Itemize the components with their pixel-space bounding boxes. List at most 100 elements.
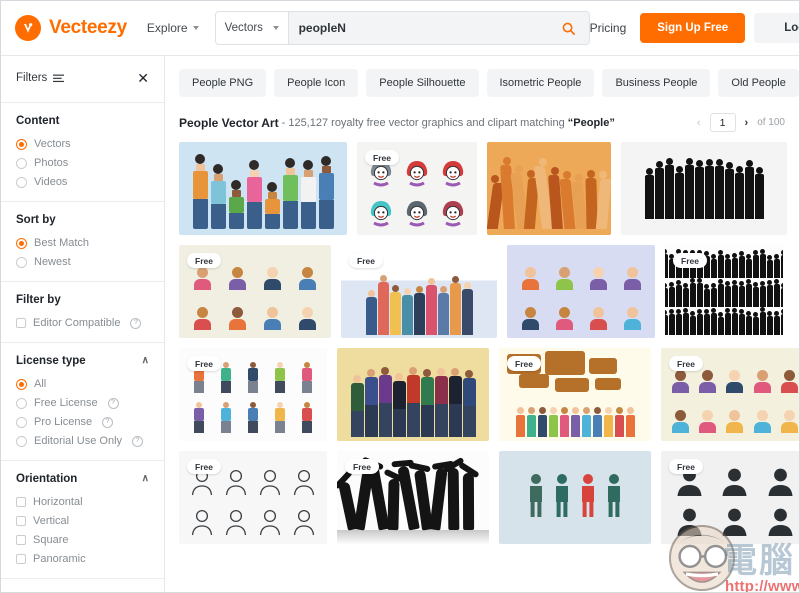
signup-button[interactable]: Sign Up Free (640, 13, 746, 43)
filter-section-label: Orientation (16, 473, 78, 485)
search-submit-button[interactable] (548, 12, 589, 44)
line-person-icon (187, 500, 217, 537)
filter-option-label: Horizontal (33, 496, 83, 508)
filter-section-title: Orientation ∧ (16, 473, 149, 485)
filter-option-editor-compatible[interactable]: Editor Compatible? (16, 317, 149, 329)
checkbox-icon[interactable] (16, 535, 26, 545)
result-tile-diverse-crowd-illustration[interactable]: Free (341, 245, 497, 338)
category-chip-isometric-people[interactable]: Isometric People (486, 69, 595, 97)
search-input[interactable]: peopleN (288, 12, 549, 44)
result-tile-avatar-portraits-beige[interactable]: Free (179, 245, 331, 338)
category-chip-people-silhouette[interactable]: People Silhouette (366, 69, 479, 97)
category-chip-old-people[interactable]: Old People (718, 69, 799, 97)
browser-page: Vecteezy Explore Vectors peopleN Pricing… (0, 0, 800, 593)
category-chip-people-icon[interactable]: People Icon (274, 69, 359, 97)
avatar (222, 253, 253, 290)
category-chip-business-people[interactable]: Business People (602, 69, 711, 97)
close-icon[interactable]: ✕ (137, 71, 149, 85)
filter-option-vertical[interactable]: Vertical (16, 515, 149, 527)
search-type-select[interactable]: Vectors (215, 12, 289, 44)
isometric-person (187, 397, 210, 433)
help-icon[interactable]: ? (107, 397, 119, 409)
filter-option-newest[interactable]: Newest (16, 256, 149, 268)
chevron-up-icon[interactable]: ∧ (142, 356, 149, 366)
checkbox-icon[interactable] (16, 497, 26, 507)
radio-icon[interactable] (16, 176, 27, 188)
line-person-icon (289, 500, 319, 537)
result-tile-people-standing-silhouette[interactable] (621, 142, 787, 235)
filter-option-videos[interactable]: Videos (16, 176, 149, 188)
filter-option-square[interactable]: Square (16, 534, 149, 546)
watermark-url: http://www.kocpc.com.tw (725, 578, 799, 593)
result-tile-dense-crowd-silhouette[interactable]: Free (665, 245, 783, 338)
filter-option-all[interactable]: All (16, 378, 149, 390)
result-tile-avatar-faces-cream[interactable]: Free (661, 348, 799, 441)
pagination-current-page[interactable]: 1 (709, 113, 736, 132)
result-tile-occupation-icons-dark[interactable]: Free (661, 451, 799, 544)
isometric-person (214, 397, 237, 433)
radio-icon[interactable] (16, 256, 27, 268)
filter-option-free-license[interactable]: Free License? (16, 397, 149, 409)
line-person-icon (255, 459, 285, 496)
avatar (187, 294, 218, 330)
filter-option-pro-license[interactable]: Pro License? (16, 416, 149, 428)
pagination-next-button[interactable]: › (743, 117, 751, 129)
filter-option-panoramic[interactable]: Panoramic (16, 553, 149, 565)
help-icon[interactable]: ? (132, 435, 144, 447)
free-badge: Free (669, 459, 703, 474)
family-member (228, 180, 244, 229)
checkbox-icon[interactable] (16, 318, 26, 328)
occupation-icon (714, 459, 755, 496)
line-person-icon (255, 500, 285, 537)
radio-icon[interactable] (16, 157, 27, 169)
filter-option-label: Vectors (34, 138, 71, 150)
filter-option-vectors[interactable]: Vectors (16, 138, 149, 150)
results-title: People Vector Art (179, 115, 279, 130)
result-tile-line-icon-people[interactable]: Free (179, 451, 327, 544)
family-member (264, 182, 280, 229)
explore-menu[interactable]: Explore (147, 21, 199, 35)
radio-icon[interactable] (16, 378, 27, 390)
avatar (617, 294, 647, 330)
category-chip-people-png[interactable]: People PNG (179, 69, 267, 97)
result-tile-business-group-gold[interactable] (337, 348, 489, 441)
result-tile-pictogram-people-blue[interactable] (499, 451, 651, 544)
filter-option-photos[interactable]: Photos (16, 157, 149, 169)
result-tile-isometric-people-set[interactable]: Free (179, 348, 327, 441)
result-tile-people-speech-bubbles[interactable]: Free (499, 348, 651, 441)
vecteezy-logo[interactable]: Vecteezy (15, 15, 127, 41)
result-tile-business-avatars-lavender[interactable] (507, 245, 655, 338)
result-tile-orange-crowd-silhouette[interactable] (487, 142, 611, 235)
radio-icon[interactable] (16, 435, 27, 447)
avatar (257, 294, 288, 330)
filter-section-title: Sort by (16, 214, 149, 226)
result-tile-family-group-flat[interactable] (179, 142, 347, 235)
radio-icon[interactable] (16, 397, 27, 409)
avatar (549, 294, 579, 330)
crowd-silhouette (621, 142, 787, 235)
chevron-up-icon[interactable]: ∧ (142, 474, 149, 484)
filter-option-best-match[interactable]: Best Match (16, 237, 149, 249)
page-body: Filters ✕ Content Vectors Photos Videos Sort… (1, 56, 799, 593)
walking-crowd (487, 142, 611, 235)
results-header: People Vector Art - 125,127 royalty free… (165, 109, 799, 142)
login-button[interactable]: Log In (754, 13, 799, 43)
help-icon[interactable]: ? (102, 416, 114, 428)
occupation-icon (714, 500, 755, 536)
pricing-link[interactable]: Pricing (590, 21, 627, 35)
filter-option-editorial-use-only[interactable]: Editorial Use Only? (16, 435, 149, 447)
filter-option-label: Square (33, 534, 69, 546)
filter-option-horizontal[interactable]: Horizontal (16, 496, 149, 508)
filter-option-label: Best Match (34, 237, 90, 249)
radio-icon[interactable] (16, 138, 27, 150)
avatar (778, 356, 799, 393)
result-tile-cartoon-faces-set[interactable]: Free (357, 142, 477, 235)
checkbox-icon[interactable] (16, 554, 26, 564)
free-badge: Free (345, 459, 379, 474)
radio-icon[interactable] (16, 416, 27, 428)
radio-icon[interactable] (16, 237, 27, 249)
checkbox-icon[interactable] (16, 516, 26, 526)
result-tile-dancing-silhouettes[interactable]: Free (337, 451, 489, 544)
help-icon[interactable]: ? (130, 317, 142, 329)
pagination-prev-button[interactable]: ‹ (695, 117, 703, 129)
